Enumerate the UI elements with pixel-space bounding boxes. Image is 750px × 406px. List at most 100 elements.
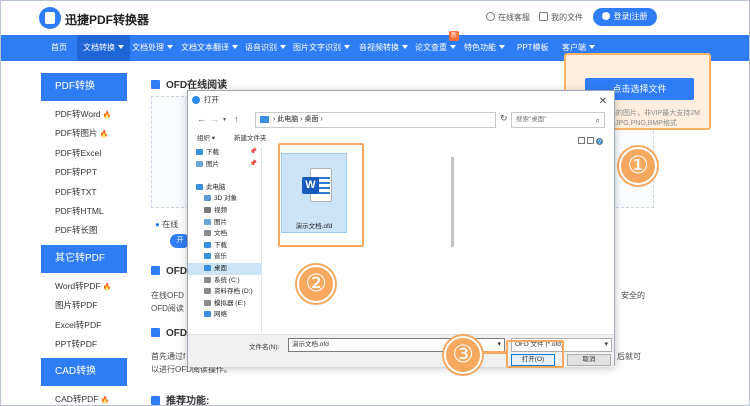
chevron-down-icon xyxy=(402,45,408,49)
nav-tree-label: 文档 xyxy=(214,230,227,238)
folder-icon xyxy=(204,195,211,202)
sidebar-item-pdf-to-image[interactable]: PDF转图片 🔥 xyxy=(41,124,127,143)
nav-tree-item[interactable]: 3D 对象 xyxy=(188,193,261,205)
folder-icon xyxy=(204,288,211,295)
up-arrow-icon[interactable]: ↑ xyxy=(234,114,239,124)
sidebar-item-pdf-to-long-image[interactable]: PDF转长图 xyxy=(41,221,127,240)
chevron-down-icon[interactable]: ▾ xyxy=(223,116,226,123)
folder-icon xyxy=(204,253,211,260)
folder-icon xyxy=(204,299,211,306)
step-1-marker: ① xyxy=(619,147,657,185)
nav-tree-item[interactable]: 此电脑 xyxy=(188,182,261,194)
folder-icon xyxy=(204,264,211,271)
nav-tree-item[interactable]: 音乐 xyxy=(188,251,261,263)
nav-tree-item xyxy=(188,170,261,182)
section-title-ofd-intro: OFD xyxy=(151,266,187,277)
folder-icon xyxy=(196,160,203,167)
file-icon xyxy=(539,12,548,21)
back-arrow-icon[interactable]: ← xyxy=(197,114,206,124)
nav-tree-item[interactable]: 模拟器 (E:) xyxy=(188,298,261,310)
refresh-icon[interactable]: ↻ xyxy=(500,113,508,124)
sidebar-item-pdf-to-word[interactable]: PDF转Word 🔥 xyxy=(41,105,127,124)
help-icon[interactable]: ? xyxy=(596,138,603,146)
logo-icon xyxy=(39,7,61,29)
doc-icon xyxy=(151,328,160,337)
nav-document-convert[interactable]: 文档转换 xyxy=(77,35,130,61)
sidebar-item-pdf-to-txt[interactable]: PDF转TXT xyxy=(41,183,127,202)
nav-tree-item[interactable]: 图片 xyxy=(188,217,261,229)
user-icon xyxy=(602,12,611,20)
logo-text[interactable]: 迅捷PDF转换器 xyxy=(65,11,149,28)
nav-tree-item[interactable]: 文档 xyxy=(188,228,261,240)
forward-arrow-icon[interactable]: → xyxy=(210,114,219,124)
folder-icon xyxy=(204,276,211,283)
login-register-button[interactable]: 登录|注册 xyxy=(593,8,657,26)
nav-tree-label: 下载 xyxy=(206,149,219,156)
nav-ppt-templates[interactable]: PPT模板 xyxy=(517,35,549,61)
breadcrumb-desktop[interactable]: 桌面 xyxy=(305,116,319,123)
fire-icon: 🔥 xyxy=(100,397,110,405)
organize-menu[interactable]: 组织 ▾ xyxy=(197,131,215,147)
nav-tree-item[interactable]: 资料存档 (D:) xyxy=(188,286,261,298)
nav-tree-item[interactable]: 图片 📌 xyxy=(188,159,261,171)
online-service-label: 在线客服 xyxy=(498,13,530,22)
dialog-titlebar: 打开 ✕ xyxy=(188,91,614,109)
section-title-ofd-reader: OFD在线阅读 xyxy=(151,76,227,91)
nav-tree-item[interactable]: 网络 xyxy=(188,309,261,321)
breadcrumb-this-pc[interactable]: 此电脑 xyxy=(277,116,298,123)
nav-tree-label: 图片 xyxy=(214,218,227,226)
address-row: ← → ▾ ↑ › 此电脑 › 桌面 › ↻ 搜索"桌面" ⌕ xyxy=(188,109,614,131)
address-bar[interactable]: › 此电脑 › 桌面 › xyxy=(255,112,496,128)
nav-tree-label: 桌面 xyxy=(214,264,227,272)
step-2-marker: ② xyxy=(297,265,335,303)
sidebar-item-word-to-pdf[interactable]: Word转PDF 🔥 xyxy=(41,277,127,296)
sidebar-item-excel-to-pdf[interactable]: Excel转PDF xyxy=(41,316,127,335)
chevron-down-icon[interactable]: ▾ xyxy=(497,339,501,351)
nav-tree-item[interactable]: 下载 xyxy=(188,240,261,252)
new-folder-button[interactable]: 新建文件夹 xyxy=(234,131,267,147)
page-frame: 迅捷PDF转换器 在线客服 我的文件 登录|注册 首页 文档转换 文档处理 文档… xyxy=(0,0,750,406)
sidebar: PDF转换 PDF转Word 🔥 PDF转图片 🔥 PDF转Excel PDF转PP… xyxy=(41,73,127,405)
file-open-dialog: 打开 ✕ ← → ▾ ↑ › 此电脑 › 桌面 › ↻ 搜索"桌面" ⌕ 组织 ▾… xyxy=(187,90,615,367)
intro-paragraph-start: 在线OFD OFD阅读 xyxy=(151,291,184,313)
nav-document-process[interactable]: 文档处理 xyxy=(132,35,173,61)
sidebar-item-pdf-to-ppt[interactable]: PDF转PPT xyxy=(41,163,127,182)
navigation-pane: 下载 📌 图片 📌 此电脑 3D 对象 视频 图片 文档 下载 音乐 桌面 系统 (C:) 资料存档 (D… xyxy=(188,147,262,333)
cancel-button[interactable]: 取消 xyxy=(567,354,611,366)
nav-tree-label: 图片 xyxy=(206,160,219,168)
navigation-scrollbar[interactable] xyxy=(450,147,456,333)
nav-tree-item[interactable]: 桌面 xyxy=(188,262,261,275)
nav-featured[interactable]: 特色功能 xyxy=(464,35,505,61)
sidebar-item-pdf-to-excel[interactable]: PDF转Excel xyxy=(41,144,127,163)
pin-icon: 📌 xyxy=(249,160,257,167)
step-3-pointer xyxy=(484,351,506,354)
search-input[interactable]: 搜索"桌面" ⌕ xyxy=(511,112,605,128)
sidebar-item-ppt-to-pdf[interactable]: PPT转PDF xyxy=(41,335,127,354)
my-files-label: 我的文件 xyxy=(551,13,583,22)
nav-tree-item[interactable]: 下载 📌 xyxy=(188,147,261,159)
my-files-link[interactable]: 我的文件 xyxy=(539,12,583,23)
view-icon xyxy=(578,137,585,144)
dialog-toolbar: 组织 ▾ 新建文件夹 ? xyxy=(188,131,614,147)
nav-home[interactable]: 首页 xyxy=(51,35,67,61)
sidebar-item-pdf-to-html[interactable]: PDF转HTML xyxy=(41,202,127,221)
folder-icon xyxy=(196,183,203,190)
view-options[interactable]: ? xyxy=(576,135,604,146)
file-highlight-box xyxy=(278,143,364,247)
nav-tree-item[interactable]: 视频 xyxy=(188,205,261,217)
sidebar-item-cad-to-pdf[interactable]: CAD转PDF 🔥 xyxy=(41,390,127,405)
nav-tree-label: 模拟器 (E:) xyxy=(214,299,246,307)
new-badge: 新 xyxy=(449,31,459,41)
nav-tree-item[interactable]: 系统 (C:) xyxy=(188,275,261,287)
sidebar-item-image-to-pdf[interactable]: 图片转PDF xyxy=(41,296,127,315)
doc-icon xyxy=(151,266,160,275)
online-service-link[interactable]: 在线客服 xyxy=(486,12,530,23)
nav-speech-recognition[interactable]: 语音识别 xyxy=(245,35,286,61)
filename-label: 文件名(N): xyxy=(249,344,280,351)
chevron-down-icon xyxy=(280,45,286,49)
nav-tree-label: 此电脑 xyxy=(206,183,226,191)
nav-image-ocr[interactable]: 图片文字识别 xyxy=(293,35,350,61)
nav-av-convert[interactable]: 音视频转换 xyxy=(359,35,408,61)
chrome-icon xyxy=(192,96,200,104)
nav-document-translate[interactable]: 文档文本翻译 xyxy=(181,35,238,61)
